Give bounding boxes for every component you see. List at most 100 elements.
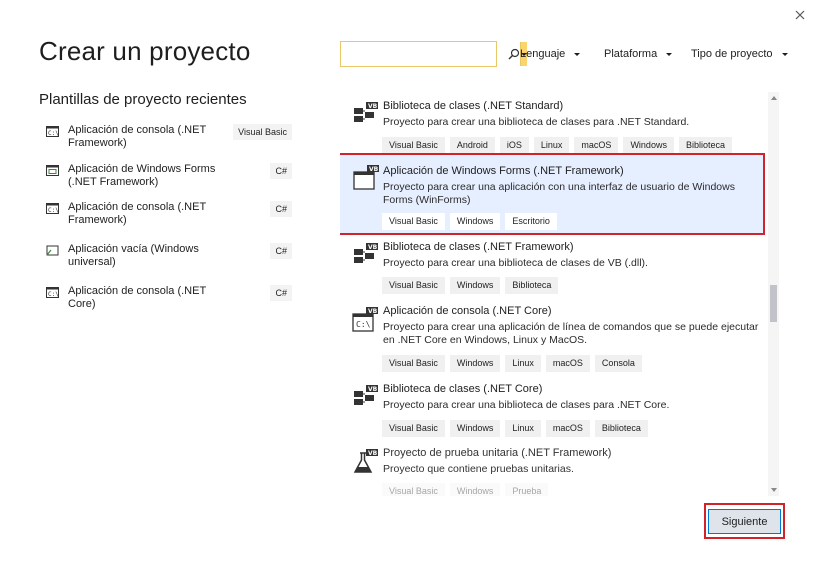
template-tags: Visual Basic Windows Escritorio: [382, 213, 557, 230]
recent-template-item[interactable]: C:\ Aplicación de consola (.NET Framewor…: [46, 201, 296, 227]
console-icon: C:\: [46, 287, 59, 298]
recent-template-item[interactable]: C:\ Aplicación de consola (.NET Core) C#: [46, 285, 296, 311]
chevron-down-icon: [666, 52, 673, 56]
template-tags: Visual Basic Windows Linux macOS Bibliot…: [382, 420, 648, 437]
language-badge: C#: [270, 243, 292, 259]
tag: Android: [449, 137, 495, 154]
vb-class-library-icon: VB: [354, 243, 378, 263]
template-item[interactable]: C:\ VB Aplicación de consola (.NET Core) …: [340, 305, 766, 375]
template-name: Biblioteca de clases (.NET Core): [383, 383, 543, 395]
template-list: VB Biblioteca de clases (.NET Standard) …: [340, 92, 766, 496]
scroll-thumb[interactable]: [770, 285, 777, 322]
template-description: Proyecto para crear una biblioteca de cl…: [383, 257, 648, 269]
svg-text:C:\: C:\: [48, 130, 59, 137]
tag: Windows: [449, 277, 501, 294]
tag: Biblioteca: [594, 420, 648, 437]
template-tags: Visual Basic Android iOS Linux macOS Win…: [382, 137, 732, 154]
template-name: Proyecto de prueba unitaria (.NET Framew…: [383, 447, 612, 459]
recent-templates-title: Plantillas de proyecto recientes: [39, 91, 247, 108]
tag: Visual Basic: [382, 355, 445, 372]
tag: Windows: [449, 420, 501, 437]
tag: Escritorio: [505, 213, 557, 230]
template-name: Aplicación de Windows Forms (.NET Framew…: [383, 165, 624, 177]
chevron-down-icon: [770, 488, 777, 492]
tag: Consola: [594, 355, 642, 372]
tag: Windows: [449, 213, 501, 230]
tag: iOS: [499, 137, 529, 154]
svg-text:VB: VB: [368, 386, 378, 393]
template-item[interactable]: VB Biblioteca de clases (.NET Standard) …: [340, 100, 766, 156]
template-name: Biblioteca de clases (.NET Standard): [383, 100, 564, 112]
chevron-down-icon: [781, 52, 788, 56]
language-filter[interactable]: Lenguaje: [520, 48, 581, 60]
recent-template-item[interactable]: Aplicación de Windows Forms (.NET Framew…: [46, 163, 296, 189]
tag: macOS: [545, 355, 590, 372]
tag: Prueba: [505, 483, 549, 496]
next-button[interactable]: Siguiente: [708, 509, 781, 534]
recent-template-item[interactable]: C:\ Aplicación de consola (.NET Framewor…: [46, 124, 296, 150]
svg-text:VB: VB: [368, 244, 378, 251]
language-badge: C#: [270, 163, 292, 179]
chevron-up-icon: [770, 96, 777, 100]
vb-class-library-icon: VB: [354, 102, 378, 122]
template-item[interactable]: VB Biblioteca de clases (.NET Framework)…: [340, 241, 766, 297]
tag: Visual Basic: [382, 483, 445, 496]
svg-text:C:\: C:\: [48, 207, 59, 214]
tag: Windows: [623, 137, 674, 154]
tag: Windows: [449, 355, 501, 372]
tag: macOS: [545, 420, 590, 437]
template-item-selected[interactable]: VB Aplicación de Windows Forms (.NET Fra…: [340, 153, 765, 235]
project-type-filter[interactable]: Tipo de proyecto: [691, 48, 788, 60]
vb-windows-forms-icon: VB: [353, 165, 379, 190]
tag: Linux: [533, 137, 570, 154]
template-name: Aplicación de consola (.NET Core): [383, 305, 552, 317]
uwp-icon: [46, 245, 59, 256]
recent-template-label: Aplicación vacía (Windows universal): [68, 243, 199, 268]
language-badge: C#: [270, 285, 292, 301]
template-name: Biblioteca de clases (.NET Framework): [383, 241, 574, 253]
language-badge: C#: [270, 201, 292, 217]
console-icon: C:\: [46, 126, 59, 137]
template-description: Proyecto que contiene pruebas unitarias.: [383, 463, 574, 475]
close-button[interactable]: [790, 6, 810, 24]
vb-console-icon: C:\ VB: [352, 307, 378, 332]
search-box[interactable]: [340, 41, 527, 67]
template-description: Proyecto para crear una biblioteca de cl…: [383, 116, 690, 128]
recent-template-item[interactable]: Aplicación vacía (Windows universal) C#: [46, 243, 296, 269]
tag: macOS: [574, 137, 619, 154]
template-tags: Visual Basic Windows Linux macOS Consola: [382, 355, 642, 372]
recent-template-label: Aplicación de consola (.NET Core): [68, 285, 206, 310]
tag: Linux: [505, 355, 541, 372]
template-item[interactable]: VB Biblioteca de clases (.NET Core) Proy…: [340, 383, 766, 439]
template-tags: Visual Basic Windows Prueba: [382, 483, 549, 496]
template-tags: Visual Basic Windows Biblioteca: [382, 277, 559, 294]
platform-filter[interactable]: Plataforma: [604, 48, 673, 60]
tag: Visual Basic: [382, 420, 445, 437]
tag: Linux: [505, 420, 541, 437]
language-filter-label: Lenguaje: [520, 48, 566, 60]
scroll-down-button[interactable]: [768, 484, 779, 496]
recent-template-label: Aplicación de Windows Forms (.NET Framew…: [68, 163, 216, 188]
template-description: Proyecto para crear una aplicación con u…: [383, 181, 735, 206]
svg-text:C:\: C:\: [48, 291, 59, 298]
platform-filter-label: Plataforma: [604, 48, 658, 60]
svg-text:C:\: C:\: [356, 320, 371, 329]
tag: Visual Basic: [382, 137, 445, 154]
template-description: Proyecto para crear una aplicación de lí…: [383, 321, 759, 346]
tag: Windows: [449, 483, 501, 496]
close-icon: [795, 10, 805, 20]
search-icon[interactable]: [508, 42, 520, 66]
tag: Biblioteca: [678, 137, 732, 154]
console-icon: C:\: [46, 203, 59, 214]
search-input[interactable]: [341, 42, 508, 66]
recent-template-label: Aplicación de consola (.NET Framework): [68, 124, 206, 149]
template-list-scrollbar[interactable]: [768, 92, 779, 496]
scroll-up-button[interactable]: [768, 92, 779, 104]
tag: Biblioteca: [505, 277, 559, 294]
language-badge: Visual Basic: [233, 124, 292, 140]
template-item[interactable]: VB Proyecto de prueba unitaria (.NET Fra…: [340, 447, 766, 496]
chevron-down-icon: [574, 52, 581, 56]
tag: Visual Basic: [382, 213, 445, 230]
vb-class-library-icon: VB: [354, 385, 378, 405]
recent-template-label: Aplicación de consola (.NET Framework): [68, 201, 206, 226]
